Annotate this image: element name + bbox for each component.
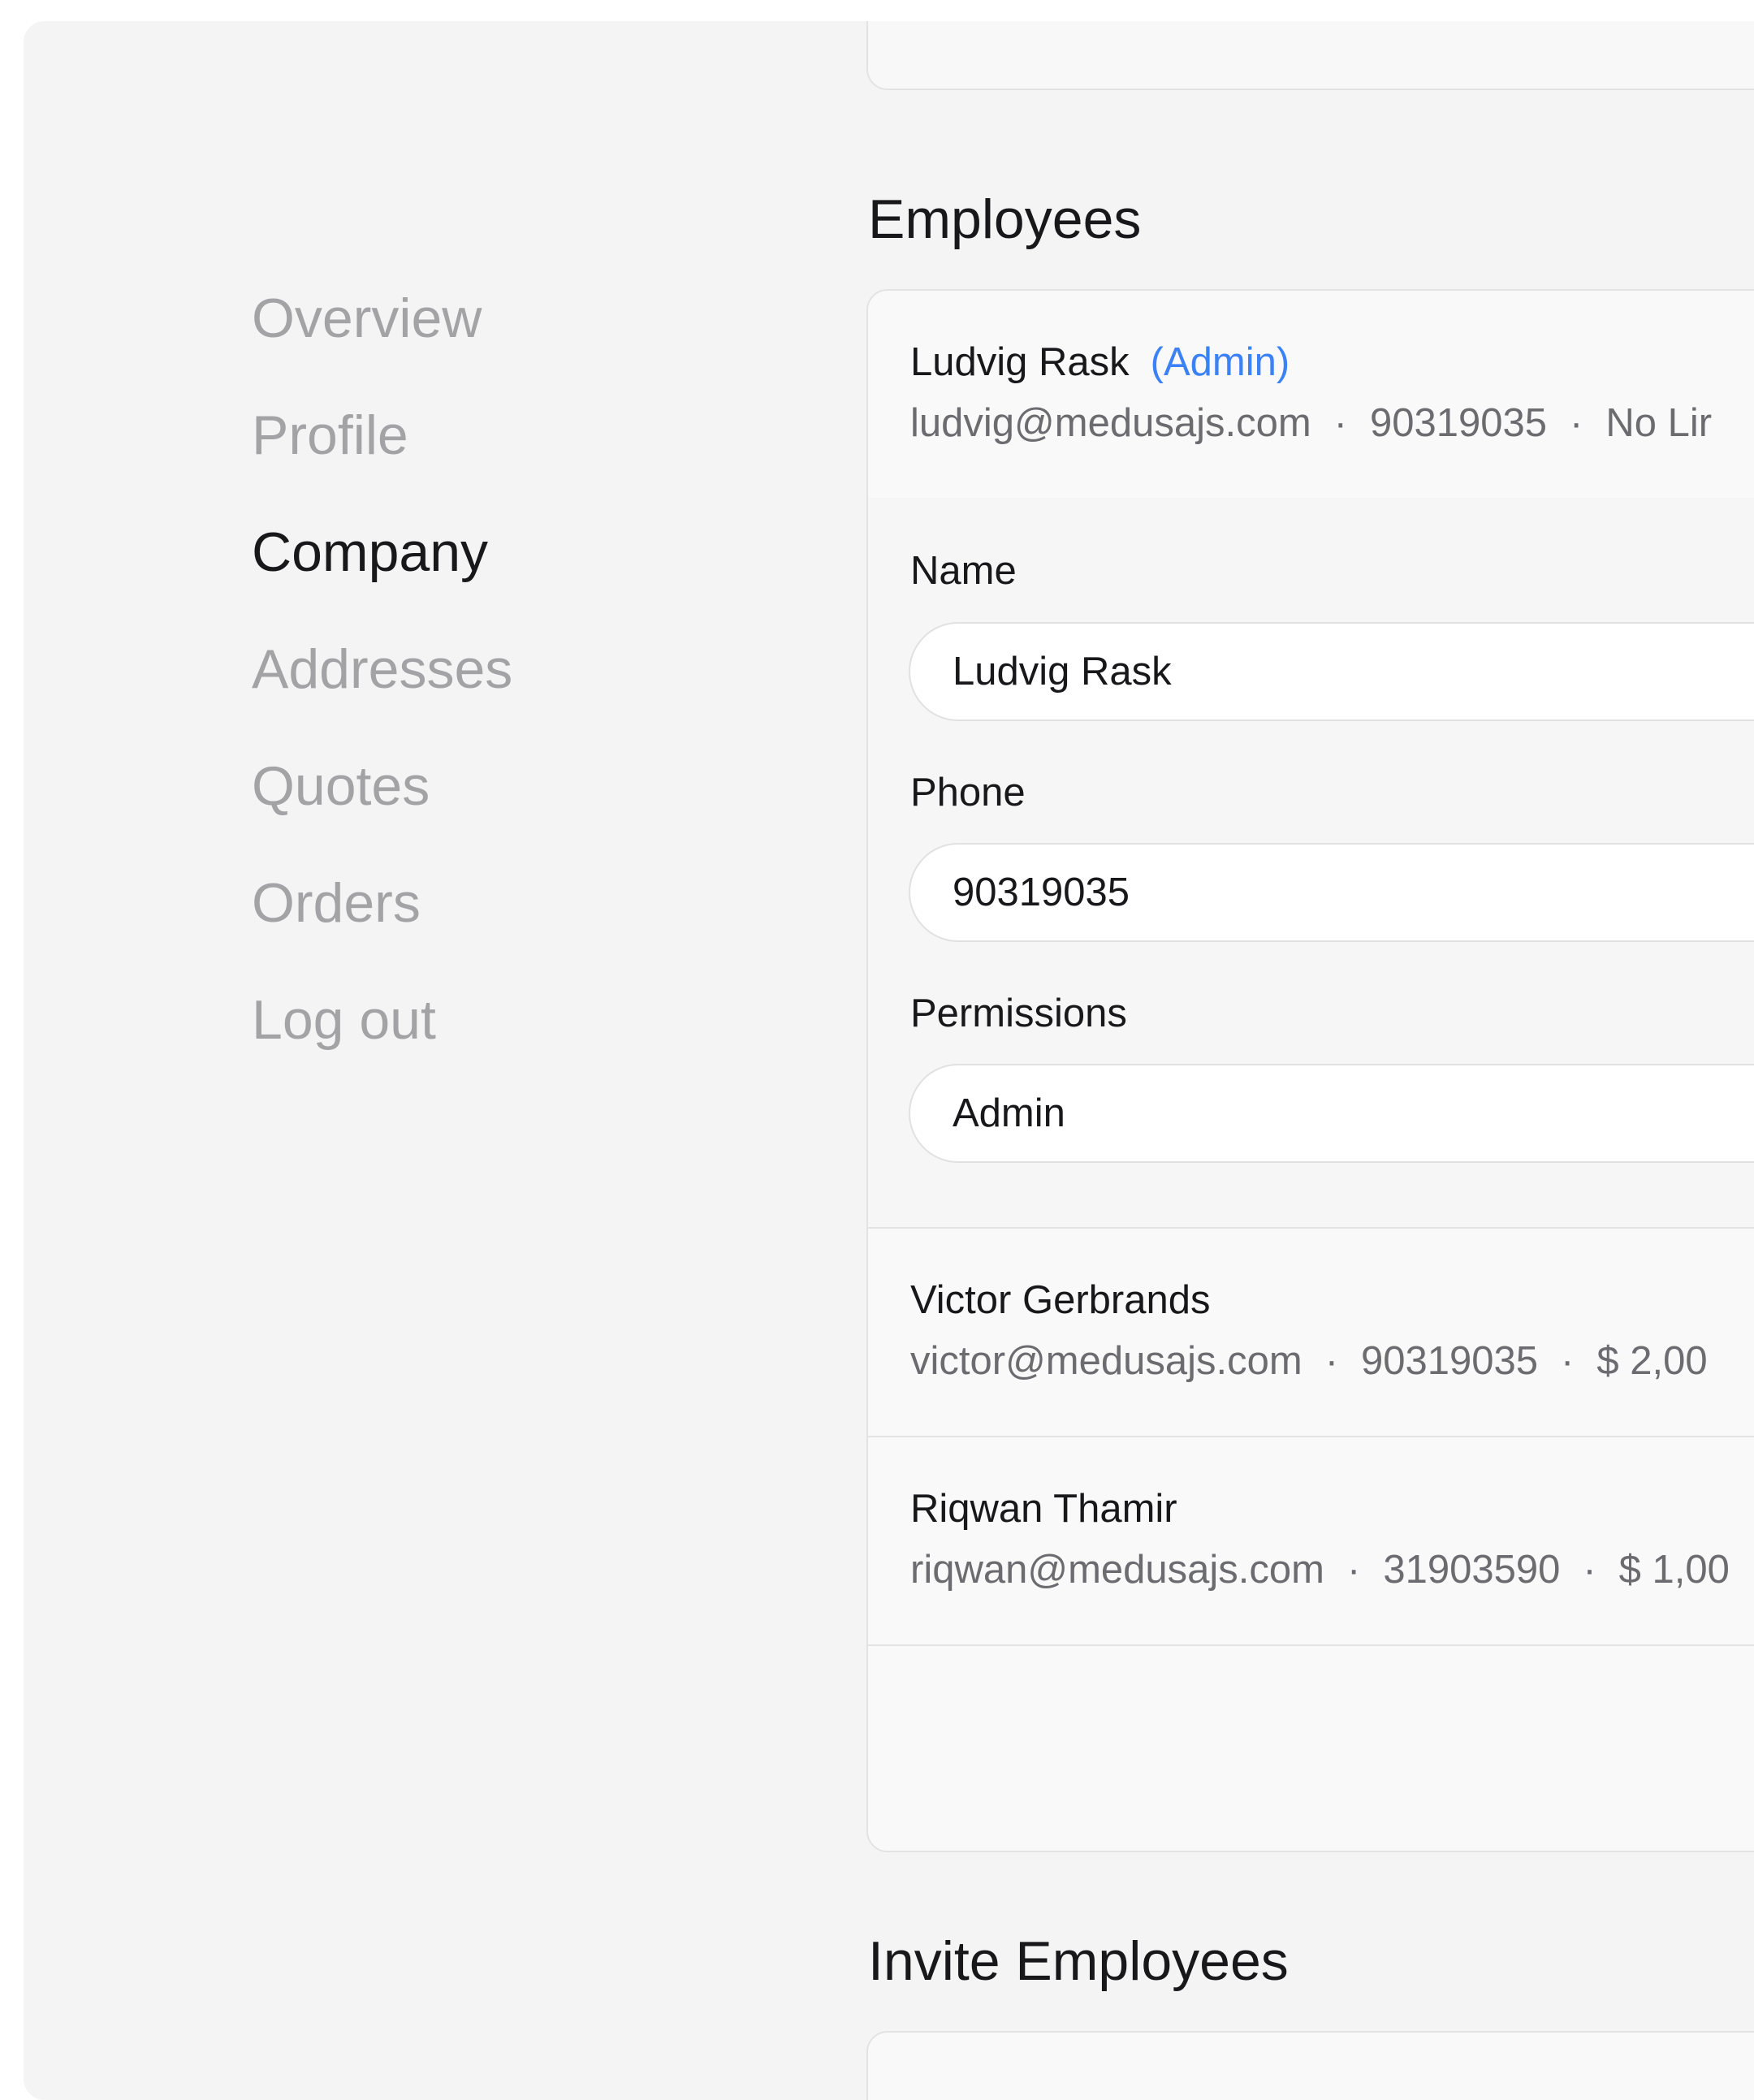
employee-spending-limit: No Lir: [1605, 401, 1713, 445]
meta-separator: ·: [1570, 401, 1583, 445]
employee-meta: riqwan@medusajs.com · 31903590 · $ 1,00: [910, 1547, 1730, 1592]
company-details-card: [866, 21, 1754, 90]
employee-email: victor@medusajs.com: [910, 1339, 1303, 1383]
nav-item-orders[interactable]: Orders: [252, 845, 512, 961]
employees-section-title: Employees: [868, 188, 1142, 250]
employee-name: Ludvig Rask (Admin): [910, 339, 1290, 385]
permissions-select[interactable]: [909, 1064, 1754, 1163]
permissions-label: Permissions: [910, 992, 1127, 1035]
employee-phone: 90319035: [1370, 401, 1548, 445]
employee-row-ludvig[interactable]: Ludvig Rask (Admin) ludvig@medusajs.com · 9…: [868, 291, 1754, 498]
employee-edit-form: Name Phone Permissions: [868, 498, 1754, 1229]
admin-role-badge: (Admin): [1150, 340, 1290, 384]
employee-email: riqwan@medusajs.com: [910, 1548, 1324, 1592]
employee-phone: 90319035: [1361, 1339, 1539, 1383]
invite-employees-card: [866, 2031, 1754, 2100]
employee-row-riqwan[interactable]: Riqwan Thamir riqwan@medusajs.com · 319035…: [868, 1437, 1754, 1646]
phone-input[interactable]: [909, 843, 1754, 942]
nav-item-company[interactable]: Company: [252, 494, 512, 611]
employee-spending-limit: $ 2,00: [1596, 1339, 1708, 1383]
employees-card: Ludvig Rask (Admin) ludvig@medusajs.com · 9…: [866, 289, 1754, 1852]
employee-meta: victor@medusajs.com · 90319035 · $ 2,00: [910, 1338, 1708, 1384]
invite-employees-title: Invite Employees: [868, 1930, 1289, 1992]
page-frame: Overview Profile Company Addresses Quote…: [24, 21, 1754, 2100]
employee-email: ludvig@medusajs.com: [910, 401, 1311, 445]
employee-name: Riqwan Thamir: [910, 1487, 1177, 1531]
meta-separator: ·: [1333, 401, 1347, 445]
employee-name-text: Ludvig Rask: [910, 340, 1130, 384]
account-sidebar-nav: Overview Profile Company Addresses Quote…: [252, 260, 512, 1078]
meta-separator: ·: [1561, 1339, 1575, 1383]
meta-separator: ·: [1583, 1548, 1596, 1592]
name-label: Name: [910, 549, 1017, 593]
employee-meta: ludvig@medusajs.com · 90319035 · No Lir: [910, 400, 1712, 446]
nav-item-quotes[interactable]: Quotes: [252, 728, 512, 845]
nav-item-log-out[interactable]: Log out: [252, 961, 512, 1078]
nav-item-profile[interactable]: Profile: [252, 377, 512, 494]
nav-item-addresses[interactable]: Addresses: [252, 611, 512, 728]
employee-name: Victor Gerbrands: [910, 1278, 1211, 1322]
nav-item-overview[interactable]: Overview: [252, 260, 512, 377]
employee-row-victor[interactable]: Victor Gerbrands victor@medusajs.com · 903…: [868, 1229, 1754, 1437]
meta-separator: ·: [1324, 1339, 1339, 1383]
phone-label: Phone: [910, 771, 1026, 815]
name-input[interactable]: [909, 622, 1754, 721]
meta-separator: ·: [1346, 1548, 1361, 1592]
employee-spending-limit: $ 1,00: [1618, 1548, 1730, 1592]
employee-phone: 31903590: [1383, 1548, 1561, 1592]
